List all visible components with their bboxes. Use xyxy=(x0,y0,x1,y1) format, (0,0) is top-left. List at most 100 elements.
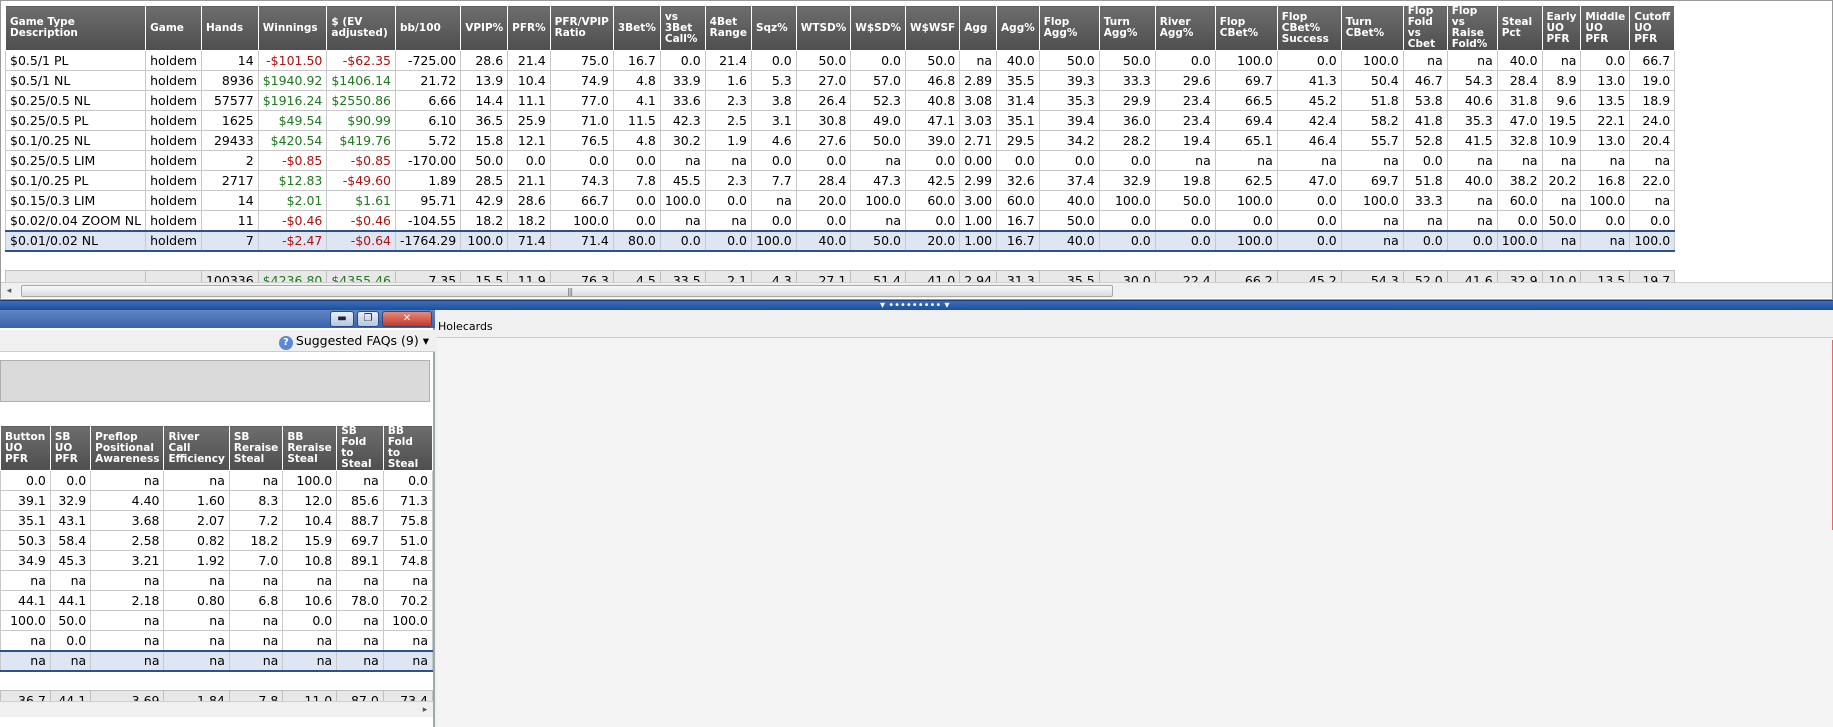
table-cell: 30.8 xyxy=(795,110,852,131)
table-cell: 41.8 xyxy=(1402,110,1448,131)
table-cell: 77.0 xyxy=(549,90,614,111)
table-row[interactable]: $0.5/1 PL holdem 14 -$101.50 -$62.35 -725.00 2… xyxy=(4,50,1676,71)
column-header[interactable]: Sqz% xyxy=(750,5,797,51)
table-row[interactable]: $0.1/0.25 NL holdem 29433 $420.54 $419.76 5.7… xyxy=(4,130,1676,151)
table-row[interactable]: $0.25/0.5 NL holdem 57577 $1916.24 $2550.86 6… xyxy=(4,90,1676,111)
minimize-button[interactable]: ▬ xyxy=(330,311,354,327)
column-header[interactable]: SB Reraise Steal xyxy=(228,425,284,471)
table-cell: 0.0 xyxy=(282,610,338,631)
column-header[interactable]: bb/100 xyxy=(395,5,462,51)
column-header[interactable]: Middle UO PFR xyxy=(1580,5,1631,51)
column-header[interactable]: Flop vs Raise Fold% xyxy=(1446,5,1498,51)
table-cell: 32.9 xyxy=(1098,170,1156,191)
table-row[interactable]: 0.0 0.0 na na na 100.0 na 0.0 xyxy=(0,470,434,491)
close-button[interactable]: ✕ xyxy=(382,311,432,327)
table-cell: 13.5 xyxy=(1580,90,1631,111)
column-header[interactable]: Early UO PFR xyxy=(1541,5,1582,51)
maximize-button[interactable]: ❐ xyxy=(357,311,379,327)
table-cell: 33.9 xyxy=(659,70,706,91)
column-header[interactable]: WTSD% xyxy=(795,5,852,51)
column-header[interactable]: Turn CBet% xyxy=(1340,5,1404,51)
column-header[interactable]: VPIP% xyxy=(460,5,509,51)
table-cell: 28.6 xyxy=(507,190,551,211)
column-header[interactable]: Preflop Positional Awareness xyxy=(90,425,165,471)
column-header[interactable]: $ (EV adjusted) xyxy=(326,5,397,51)
table-row[interactable]: 100.0 50.0 na na na 0.0 na 100.0 xyxy=(0,610,434,631)
table-cell: 4.40 xyxy=(90,490,165,511)
table-row[interactable]: na 0.0 na na na na na na xyxy=(0,630,434,651)
suggested-faqs-dropdown[interactable]: ? Suggested FAQs (9) ▾ xyxy=(278,333,429,350)
table-cell: 52.8 xyxy=(1402,130,1448,151)
table-row[interactable]: na na na na na na na na xyxy=(0,649,434,672)
scroll-left-icon[interactable]: ◂ xyxy=(1,283,17,299)
table-cell: 100.0 xyxy=(460,229,509,252)
column-header[interactable]: W$WSF xyxy=(904,5,961,51)
column-header[interactable]: PFR/VPIP Ratio xyxy=(549,5,614,51)
column-header[interactable]: Agg% xyxy=(996,5,1040,51)
column-header[interactable]: 4Bet Range xyxy=(704,5,752,51)
scroll-right-icon[interactable]: ▸ xyxy=(417,702,433,718)
table-row[interactable]: 50.3 58.4 2.58 0.82 18.2 15.9 69.7 51.0 xyxy=(0,530,434,551)
table-cell: $0.5/1 PL xyxy=(4,50,147,71)
table-cell: 78.0 xyxy=(336,590,384,611)
table-cell: holdem xyxy=(145,210,202,231)
table-cell: 2.58 xyxy=(90,530,165,551)
table-cell: 0.0 xyxy=(750,150,797,171)
table-row[interactable]: 44.1 44.1 2.18 0.80 6.8 10.6 78.0 70.2 xyxy=(0,590,434,611)
table-cell: 58.2 xyxy=(1340,110,1404,131)
scrollbar-thumb[interactable]: ||| xyxy=(21,285,1113,297)
table-row[interactable]: $0.15/0.3 LIM holdem 14 $2.01 $1.61 95.71 42.9… xyxy=(4,190,1676,211)
column-header[interactable]: W$SD% xyxy=(850,5,906,51)
column-header[interactable]: SB Fold to Steal xyxy=(336,425,384,471)
table-row[interactable]: $0.25/0.5 LIM holdem 2 -$0.85 -$0.85 -170.00 5… xyxy=(4,150,1676,171)
panel-splitter[interactable]: ▾ ••••••••• ▾ xyxy=(0,300,1833,311)
window-titlebar[interactable]: ▬ ❐ ✕ xyxy=(0,310,435,328)
horizontal-scrollbar[interactable]: ▸ xyxy=(0,701,433,717)
table-cell: 22.0 xyxy=(1629,170,1676,191)
table-row[interactable]: $0.25/0.5 PL holdem 1625 $49.54 $90.99 6.10 36… xyxy=(4,110,1676,131)
table-cell: 70.2 xyxy=(382,590,434,611)
table-cell: 45.5 xyxy=(659,170,706,191)
table-cell: 32.8 xyxy=(1496,130,1543,151)
column-header[interactable]: Flop Agg% xyxy=(1038,5,1100,51)
table-cell: 26.4 xyxy=(795,90,852,111)
column-header[interactable]: Turn Agg% xyxy=(1098,5,1156,51)
column-header[interactable]: Agg xyxy=(959,5,998,51)
table-row[interactable]: 39.1 32.9 4.40 1.60 8.3 12.0 85.6 71.3 xyxy=(0,490,434,511)
splitter-grip-icon[interactable]: ▾ ••••••••• ▾ xyxy=(880,301,949,311)
column-header[interactable]: Winnings xyxy=(257,5,328,51)
column-header[interactable]: vs 3Bet Call% xyxy=(659,5,706,51)
column-header[interactable]: Game xyxy=(145,5,202,51)
column-header[interactable]: Hands xyxy=(200,5,259,51)
table-cell: na xyxy=(0,570,51,591)
horizontal-scrollbar[interactable]: ◂ ||| xyxy=(1,282,1832,298)
column-header[interactable]: Button UO PFR xyxy=(0,425,51,471)
column-header[interactable]: BB Reraise Steal xyxy=(282,425,338,471)
column-header[interactable]: 3Bet% xyxy=(612,5,661,51)
column-header[interactable]: Flop CBet% xyxy=(1214,5,1278,51)
column-header[interactable]: Steal Pct xyxy=(1496,5,1543,51)
table-row[interactable]: 34.9 45.3 3.21 1.92 7.0 10.8 89.1 74.8 xyxy=(0,550,434,571)
column-header[interactable]: Flop Fold vs Cbet xyxy=(1402,5,1448,51)
column-header[interactable]: SB UO PFR xyxy=(49,425,92,471)
table-cell: 1.92 xyxy=(163,550,230,571)
column-header[interactable]: Flop CBet% Success xyxy=(1276,5,1342,51)
column-header[interactable]: PFR% xyxy=(507,5,551,51)
table-row[interactable]: $0.02/0.04 ZOOM NL holdem 11 -$0.46 -$0.46 -1… xyxy=(4,210,1676,231)
column-header[interactable]: Cutoff UO PFR xyxy=(1629,5,1676,51)
table-cell: 39.4 xyxy=(1038,110,1100,131)
table-row[interactable]: $0.5/1 NL holdem 8936 $1940.92 $1406.14 21.72… xyxy=(4,70,1676,91)
column-header[interactable]: River Agg% xyxy=(1154,5,1216,51)
table-row[interactable]: na na na na na na na na xyxy=(0,570,434,591)
table-row[interactable]: 35.1 43.1 3.68 2.07 7.2 10.4 88.7 75.8 xyxy=(0,510,434,531)
table-cell: holdem xyxy=(145,110,202,131)
holecards-label: Holecards xyxy=(438,320,493,333)
column-header[interactable]: River Call Efficiency xyxy=(163,425,230,471)
table-row[interactable]: $0.1/0.25 PL holdem 2717 $12.83 -$49.60 1.89 2… xyxy=(4,170,1676,191)
table-cell: na xyxy=(1402,210,1448,231)
table-cell: 71.4 xyxy=(507,229,551,252)
column-header[interactable]: BB Fold to Steal xyxy=(382,425,434,471)
table-cell: holdem xyxy=(145,70,202,91)
table-row[interactable]: $0.01/0.02 NL holdem 7 -$2.47 -$0.64 -1764.29… xyxy=(4,229,1676,252)
column-header[interactable]: Game Type Description xyxy=(4,5,147,51)
